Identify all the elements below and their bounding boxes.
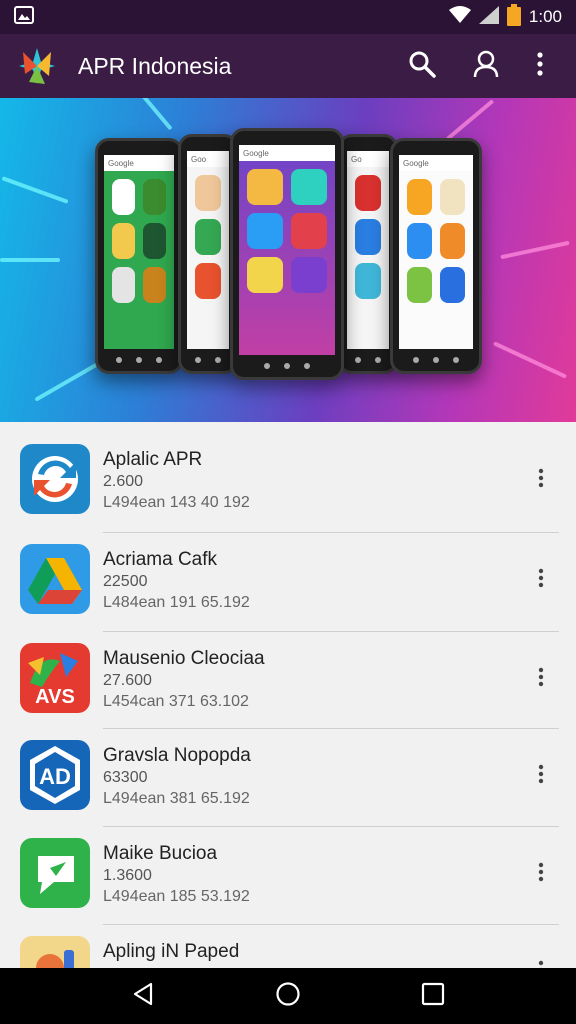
item-menu-button[interactable] bbox=[524, 462, 558, 498]
system-nav-bar bbox=[0, 968, 576, 1024]
app-size: 27.600 bbox=[103, 672, 152, 689]
app-meta: L454can 371 63.102 bbox=[103, 693, 249, 710]
banner-ray bbox=[492, 341, 568, 379]
phone-mockup: Google bbox=[390, 138, 482, 374]
banner-ray bbox=[445, 99, 495, 141]
promo-banner[interactable]: Google Goo Google Go Google bbox=[0, 98, 576, 422]
more-vert-icon bbox=[538, 764, 544, 789]
app-title: APR Indonesia bbox=[78, 52, 232, 79]
app-meta: L494ean 381 65.192 bbox=[103, 790, 250, 807]
list-item[interactable]: Maike Bucioa 1.3600 L494ean 185 53.192 bbox=[0, 816, 576, 915]
app-name: Gravsla Nopopda bbox=[103, 745, 251, 766]
phone-mockup: Goo bbox=[178, 134, 238, 374]
app-size: 63300 bbox=[103, 769, 148, 786]
app-name: Acriama Cafk bbox=[103, 549, 218, 570]
phone-mockup: Google bbox=[230, 128, 344, 380]
more-vert-icon bbox=[538, 568, 544, 593]
app-meta: L494ean 143 40 192 bbox=[103, 494, 250, 511]
item-menu-button[interactable] bbox=[524, 758, 558, 794]
list-item[interactable]: Acriama Cafk 22500 L484ean 191 65.192 bbox=[0, 522, 576, 621]
account-icon bbox=[473, 50, 499, 83]
list-item[interactable]: Apling iN Paped bbox=[0, 914, 576, 968]
app-name: Aplalic APR bbox=[103, 449, 203, 470]
item-menu-button[interactable] bbox=[524, 661, 558, 697]
avs-icon: AVS bbox=[20, 643, 90, 713]
app-meta: L484ean 191 65.192 bbox=[103, 594, 250, 611]
more-vert-icon bbox=[538, 468, 544, 493]
more-vert-icon bbox=[538, 960, 544, 968]
overflow-menu-button[interactable] bbox=[518, 40, 562, 92]
recents-square-icon bbox=[421, 982, 445, 1011]
list-item[interactable]: AVS Mausenio Cleociaa 27.600 L454can 371… bbox=[0, 621, 576, 720]
back-button[interactable] bbox=[113, 971, 173, 1021]
banner-ray bbox=[0, 258, 60, 262]
item-menu-button[interactable] bbox=[524, 954, 558, 968]
svg-text:AD: AD bbox=[39, 764, 71, 789]
more-vert-icon bbox=[538, 862, 544, 887]
recents-button[interactable] bbox=[403, 971, 463, 1021]
banner-ray bbox=[137, 98, 173, 131]
phone-mockup: Go bbox=[338, 134, 398, 374]
phone-mockup: Google bbox=[95, 138, 183, 374]
status-bar: 1:00 bbox=[0, 0, 576, 34]
signal-icon bbox=[478, 5, 499, 29]
app-name: Mausenio Cleociaa bbox=[103, 648, 265, 669]
item-menu-button[interactable] bbox=[524, 856, 558, 892]
banner-ray bbox=[500, 240, 570, 260]
wifi-icon bbox=[448, 5, 471, 29]
battery-icon bbox=[506, 3, 521, 31]
ad-badge-icon: AD bbox=[20, 740, 90, 810]
image-notification-icon bbox=[14, 5, 34, 29]
app-size: 22500 bbox=[103, 573, 148, 590]
more-vert-icon bbox=[538, 667, 544, 692]
app-name: Maike Bucioa bbox=[103, 843, 218, 864]
drive-triangle-icon bbox=[20, 544, 90, 614]
search-button[interactable] bbox=[390, 40, 454, 92]
home-button[interactable] bbox=[258, 971, 318, 1021]
app-size: 2.600 bbox=[103, 473, 144, 490]
app-size: 1.3600 bbox=[103, 867, 152, 884]
app-name: Apling iN Paped bbox=[103, 941, 240, 962]
sync-arrows-icon bbox=[20, 444, 90, 514]
clock: 1:00 bbox=[528, 7, 562, 26]
list-item[interactable]: Aplalic APR 2.600 L494ean 143 40 192 bbox=[0, 422, 576, 521]
chat-bubble-icon bbox=[20, 838, 90, 908]
search-icon bbox=[408, 50, 436, 83]
app-meta: L494ean 185 53.192 bbox=[103, 888, 250, 905]
item-menu-button[interactable] bbox=[524, 562, 558, 598]
cartoon-icon bbox=[20, 936, 90, 968]
account-button[interactable] bbox=[454, 40, 518, 92]
app-list: Aplalic APR 2.600 L494ean 143 40 192 Acr… bbox=[0, 422, 576, 968]
list-item[interactable]: AD Gravsla Nopopda 63300 L494ean 381 65.… bbox=[0, 718, 576, 817]
app-bar: APR Indonesia bbox=[0, 34, 576, 98]
app-logo-icon bbox=[14, 43, 60, 89]
more-vert-icon bbox=[536, 51, 544, 81]
svg-text:AVS: AVS bbox=[35, 686, 75, 708]
home-circle-icon bbox=[275, 981, 301, 1012]
banner-ray bbox=[1, 176, 69, 204]
back-triangle-icon bbox=[132, 982, 154, 1011]
